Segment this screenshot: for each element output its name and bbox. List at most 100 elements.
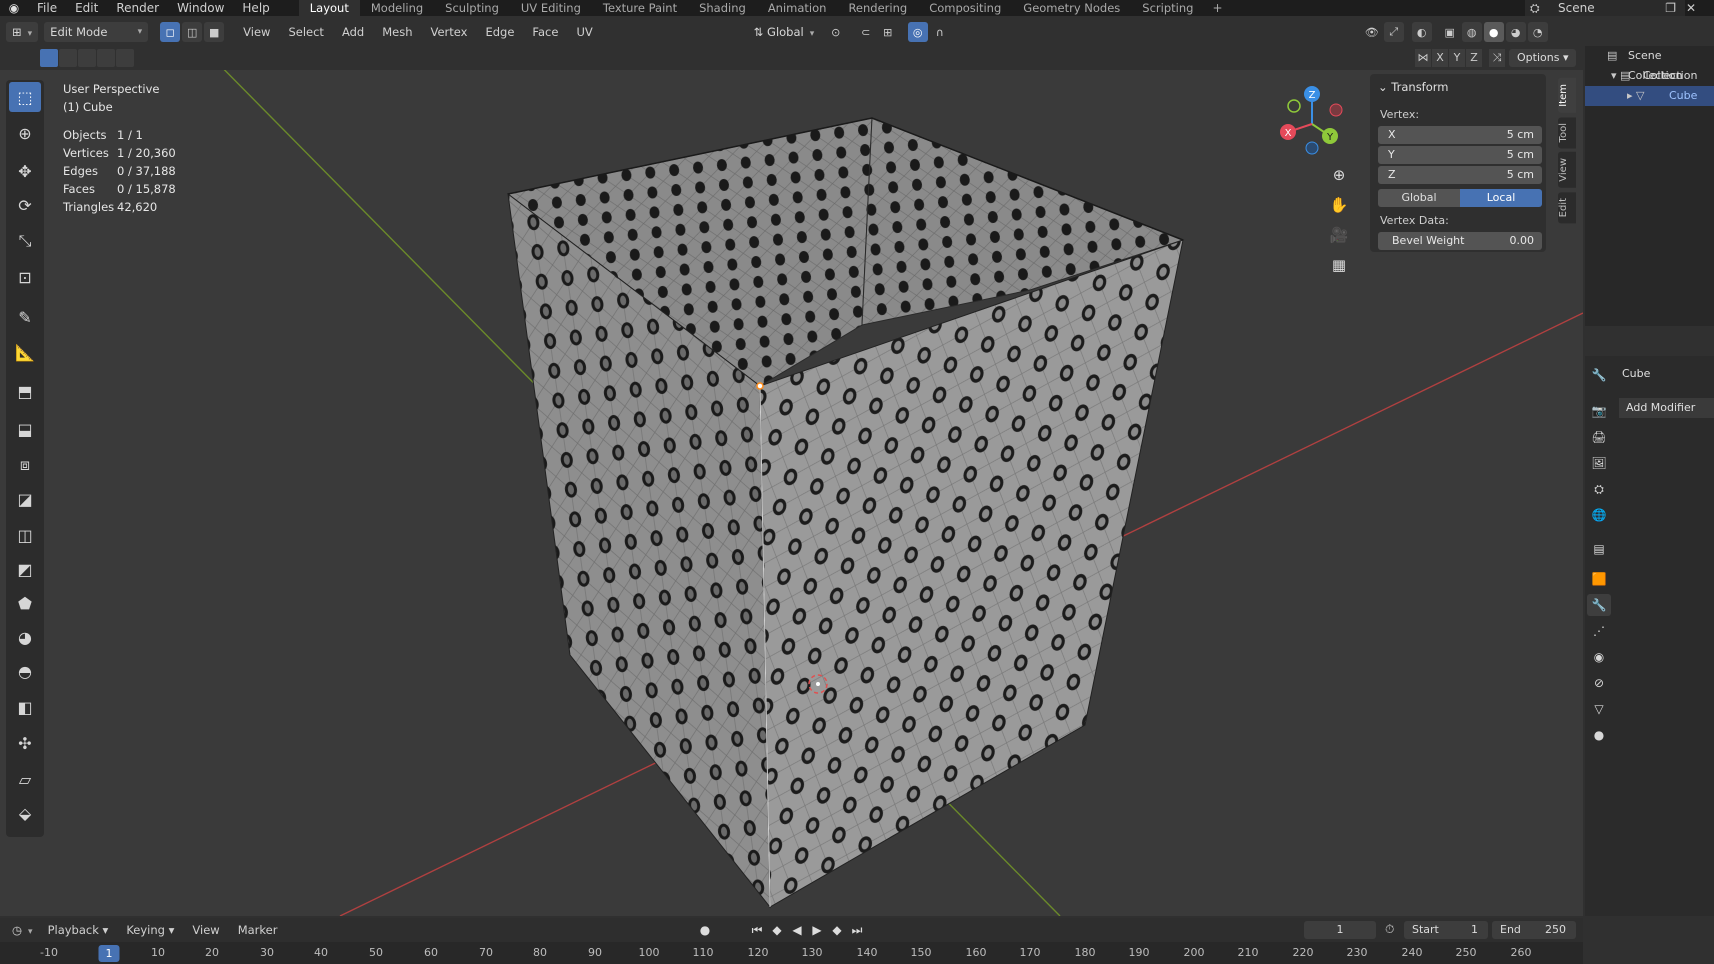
topology-mirror-icon[interactable]: ⤨: [1489, 49, 1505, 67]
tab-tool[interactable]: Tool: [1558, 116, 1576, 149]
workspace-tab-layout[interactable]: Layout: [298, 0, 360, 16]
menu-vertex[interactable]: Vertex: [422, 25, 477, 39]
annotate-tool-icon[interactable]: ✎: [9, 302, 41, 332]
physics-props-icon[interactable]: ◉: [1587, 646, 1611, 668]
outliner-cube[interactable]: ▸ ▽ Cube: [1585, 86, 1714, 106]
rotate-tool-icon[interactable]: ⟳: [9, 190, 41, 220]
jump-end-icon[interactable]: ⏭: [847, 921, 867, 939]
global-space-button[interactable]: Global: [1378, 189, 1460, 207]
bevel-tool-icon[interactable]: ◪: [9, 484, 41, 514]
world-props-icon[interactable]: 🌐: [1587, 504, 1611, 526]
menu-edge[interactable]: Edge: [476, 25, 523, 39]
zoom-icon[interactable]: ⊕: [1326, 162, 1352, 188]
select-subtract-icon[interactable]: [78, 49, 96, 67]
next-keyframe-icon[interactable]: ◆: [827, 921, 847, 939]
shrink-fatten-tool-icon[interactable]: ✣: [9, 728, 41, 758]
mirror-z-button[interactable]: Z: [1466, 49, 1482, 67]
edge-slide-tool-icon[interactable]: ◧: [9, 692, 41, 722]
face-select-mode-button[interactable]: ■: [204, 22, 225, 42]
scene-props-icon[interactable]: ⛭: [1587, 478, 1611, 500]
spin-tool-icon[interactable]: ◕: [9, 622, 41, 652]
measure-tool-icon[interactable]: 📐: [9, 337, 41, 367]
navigation-gizmo[interactable]: Z Y X: [1270, 82, 1350, 162]
select-intersect-icon[interactable]: [116, 49, 134, 67]
wireframe-shading-icon[interactable]: ◍: [1461, 22, 1482, 42]
add-workspace-icon[interactable]: +: [1204, 1, 1230, 15]
render-props-icon[interactable]: 📷: [1587, 400, 1611, 422]
options-dropdown[interactable]: Options ▾: [1509, 49, 1577, 67]
outliner-collection[interactable]: ▾ ▤ Collection: [1585, 66, 1714, 86]
shear-tool-icon[interactable]: ▱: [9, 764, 41, 794]
smooth-tool-icon[interactable]: ◓: [9, 656, 41, 686]
play-icon[interactable]: ▶: [807, 921, 827, 939]
vertex-y-field[interactable]: Y5 cm: [1378, 146, 1542, 164]
menu-window[interactable]: Window: [168, 0, 233, 16]
menu-select[interactable]: Select: [279, 25, 332, 39]
edge-select-mode-button[interactable]: ◫: [182, 22, 203, 42]
workspace-tab-rendering[interactable]: Rendering: [837, 0, 918, 16]
editor-type-selector[interactable]: ⊞ ▾: [6, 22, 39, 42]
pan-hand-icon[interactable]: ✋: [1326, 192, 1352, 218]
vertex-x-field[interactable]: X5 cm: [1378, 126, 1542, 144]
inset-tool-icon[interactable]: ⧈: [9, 450, 41, 480]
snap-icon[interactable]: ⊂: [855, 22, 876, 42]
knife-tool-icon[interactable]: ◩: [9, 554, 41, 584]
window-controls-icon[interactable]: ❐✕: [1665, 0, 1706, 16]
tool-props-icon[interactable]: 🔧: [1587, 364, 1611, 386]
xray-icon[interactable]: ▣: [1439, 22, 1460, 42]
menu-render[interactable]: Render: [107, 0, 168, 16]
jump-start-icon[interactable]: ⏮: [747, 921, 767, 939]
menu-view[interactable]: View: [234, 25, 279, 39]
object-props-icon[interactable]: 🟧: [1587, 568, 1611, 590]
scale-tool-icon[interactable]: ⤡: [9, 226, 41, 256]
select-extend-icon[interactable]: [59, 49, 77, 67]
proportional-editing-icon[interactable]: ◎: [907, 22, 928, 42]
collection-props-icon[interactable]: ▤: [1587, 538, 1611, 560]
transform-tool-icon[interactable]: ⊡: [9, 262, 41, 292]
play-reverse-icon[interactable]: ◀: [787, 921, 807, 939]
menu-file[interactable]: File: [28, 0, 66, 16]
select-new-icon[interactable]: [40, 49, 58, 67]
workspace-tab-animation[interactable]: Animation: [757, 0, 838, 16]
workspace-tab-sculpting[interactable]: Sculpting: [434, 0, 510, 16]
view-layer-props-icon[interactable]: 🖼: [1587, 452, 1611, 474]
mirror-x-button[interactable]: X: [1432, 49, 1448, 67]
add-modifier-button[interactable]: Add Modifier: [1619, 398, 1714, 418]
add-cube-tool-icon[interactable]: ⬒: [9, 376, 41, 406]
mirror-y-button[interactable]: Y: [1449, 49, 1465, 67]
tab-item[interactable]: Item: [1558, 78, 1576, 113]
tab-edit[interactable]: Edit: [1558, 191, 1576, 224]
overlays-icon[interactable]: ◐: [1411, 22, 1432, 42]
ortho-grid-icon[interactable]: ▦: [1326, 252, 1352, 278]
prev-keyframe-icon[interactable]: ◆: [767, 921, 787, 939]
move-tool-icon[interactable]: ✥: [9, 156, 41, 186]
menu-marker[interactable]: Marker: [229, 923, 287, 937]
menu-timeline-view[interactable]: View: [183, 923, 228, 937]
workspace-tab-compositing[interactable]: Compositing: [918, 0, 1012, 16]
end-frame-field[interactable]: End 250: [1492, 921, 1576, 939]
particles-props-icon[interactable]: ⋰: [1587, 620, 1611, 642]
menu-add[interactable]: Add: [333, 25, 373, 39]
extrude-tool-icon[interactable]: ⬓: [9, 414, 41, 444]
cursor-tool-icon[interactable]: ⊕: [9, 118, 41, 148]
workspace-tab-scripting[interactable]: Scripting: [1131, 0, 1204, 16]
menu-keying[interactable]: Keying ▾: [117, 923, 183, 937]
camera-view-icon[interactable]: 🎥: [1326, 222, 1352, 248]
gizmo-toggle-icon[interactable]: ⤢: [1383, 22, 1404, 42]
orientation-selector[interactable]: ⇅ Global ▾: [747, 22, 824, 42]
rendered-shading-icon[interactable]: ◔: [1527, 22, 1548, 42]
outliner-scene-collection[interactable]: ▤ Scene Collection: [1585, 46, 1714, 82]
menu-help[interactable]: Help: [233, 0, 278, 16]
constraints-props-icon[interactable]: ⊘: [1587, 672, 1611, 694]
modifier-props-icon[interactable]: 🔧: [1587, 594, 1611, 616]
visibility-icon[interactable]: 👁: [1361, 22, 1382, 42]
menu-uv[interactable]: UV: [567, 25, 601, 39]
workspace-tab-geometry-nodes[interactable]: Geometry Nodes: [1012, 0, 1131, 16]
blender-logo-icon[interactable]: ◉: [0, 1, 28, 15]
vertex-z-field[interactable]: Z5 cm: [1378, 166, 1542, 184]
current-frame-field[interactable]: 1: [1304, 921, 1376, 939]
mode-selector[interactable]: Edit Mode ▾: [44, 22, 149, 42]
start-frame-field[interactable]: Start 1: [1404, 921, 1488, 939]
local-space-button[interactable]: Local: [1460, 189, 1542, 207]
timeline-ruler[interactable]: -10 1 10 20 30 40 50 60 70 80 90 100 110…: [0, 944, 1583, 964]
